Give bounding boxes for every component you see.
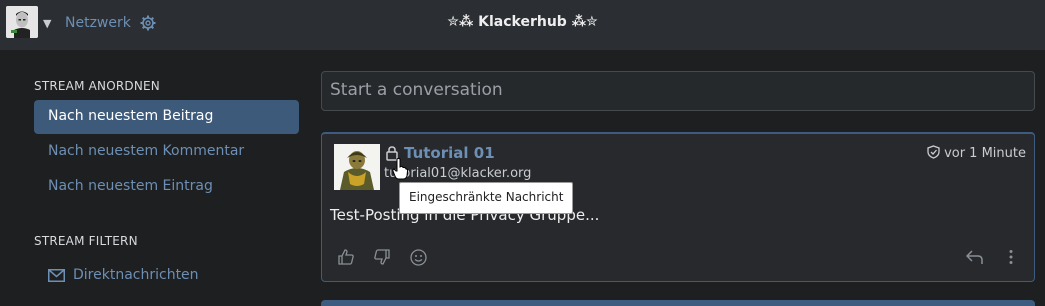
- next-post-card-edge: [321, 300, 1035, 306]
- post-card: Tutorial 01 tutorial01@klacker.org vor 1…: [321, 132, 1035, 282]
- sidebar-item-newest-entry[interactable]: Nach neuestem Eintrag: [34, 170, 299, 204]
- dislike-icon[interactable]: [374, 249, 390, 269]
- post-timestamp[interactable]: vor 1 Minute: [927, 145, 1026, 161]
- reply-icon[interactable]: [965, 249, 984, 269]
- sidebar-item-newest-post[interactable]: Nach neuestem Beitrag: [34, 100, 299, 134]
- top-navigation-bar: ▼ Netzwerk ✮⁂ Klackerhub ⁂✮: [0, 0, 1045, 50]
- shield-check-icon: [927, 145, 940, 159]
- direct-messages-label: Direktnachrichten: [73, 267, 199, 283]
- emoji-reaction-icon[interactable]: [410, 249, 427, 270]
- post-author[interactable]: Tutorial 01: [404, 144, 495, 162]
- stream-order-heading: STREAM ANORDNEN: [34, 79, 160, 93]
- like-icon[interactable]: [338, 249, 354, 269]
- sidebar-item-newest-comment[interactable]: Nach neuestem Kommentar: [34, 135, 299, 169]
- envelope-icon: [48, 269, 65, 282]
- hand-pointer-icon: [392, 158, 409, 184]
- site-title[interactable]: ✮⁂ Klackerhub ⁂✮: [0, 14, 1045, 30]
- post-time-label: vor 1 Minute: [944, 146, 1026, 161]
- stream-filter-heading: STREAM FILTERN: [34, 234, 138, 248]
- sidebar-item-direct-messages[interactable]: Direktnachrichten: [48, 267, 199, 283]
- author-avatar[interactable]: [334, 144, 380, 190]
- restricted-tooltip: Eingeschränkte Nachricht: [399, 182, 574, 214]
- more-options-icon[interactable]: [1008, 249, 1014, 269]
- compose-input[interactable]: Start a conversation: [321, 71, 1035, 111]
